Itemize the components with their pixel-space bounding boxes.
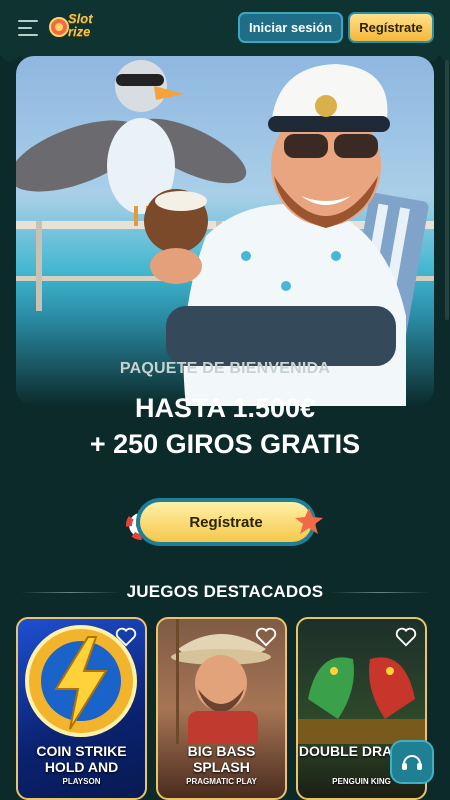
support-chat-button[interactable]: [390, 740, 434, 784]
scrollbar[interactable]: [445, 60, 449, 320]
heart-icon[interactable]: [395, 627, 417, 647]
hero-text: PAQUETE DE BIENVENIDA HASTA 1.500€ + 250…: [16, 360, 434, 462]
bonus-amount: HASTA 1.500€: [134, 393, 316, 423]
brand-logo[interactable]: Slot rize: [48, 12, 104, 42]
free-spins: + 250 GIROS GRATIS: [89, 429, 361, 459]
login-button[interactable]: Iniciar sesión: [238, 12, 343, 43]
game-card-big-bass-splash[interactable]: BIG BASS SPLASH PRAGMATIC PLAY: [156, 617, 287, 800]
heart-icon[interactable]: [115, 627, 137, 647]
game-card-coin-strike[interactable]: COIN STRIKE HOLD AND PLAYSON: [16, 617, 147, 800]
logo-text: Slot rize: [68, 11, 93, 39]
welcome-banner[interactable]: [16, 56, 434, 406]
featured-games-title: JUEGOS DESTACADOS: [126, 582, 324, 601]
captain-illustration: [16, 60, 434, 406]
hero-cta: Regístrate: [126, 496, 324, 548]
heart-icon[interactable]: [255, 627, 277, 647]
register-cta-label: Regístrate: [140, 502, 312, 542]
starfish-icon: [295, 508, 323, 534]
logo-ring-icon: [49, 17, 69, 37]
game-name: COIN STRIKE HOLD AND: [36, 743, 127, 775]
featured-games-heading: JUEGOS DESTACADOS: [0, 580, 450, 604]
register-cta-button[interactable]: Regístrate: [136, 498, 316, 546]
top-header: Slot rize Iniciar sesión Regístrate: [0, 0, 450, 62]
welcome-package-label: PAQUETE DE BIENVENIDA: [119, 360, 331, 377]
game-provider: PLAYSON: [62, 777, 101, 786]
game-name: BIG BASS SPLASH: [187, 743, 256, 775]
headset-icon: [402, 755, 422, 770]
menu-icon[interactable]: [18, 20, 38, 36]
register-button[interactable]: Regístrate: [348, 12, 434, 43]
game-provider: PRAGMATIC PLAY: [186, 777, 257, 786]
